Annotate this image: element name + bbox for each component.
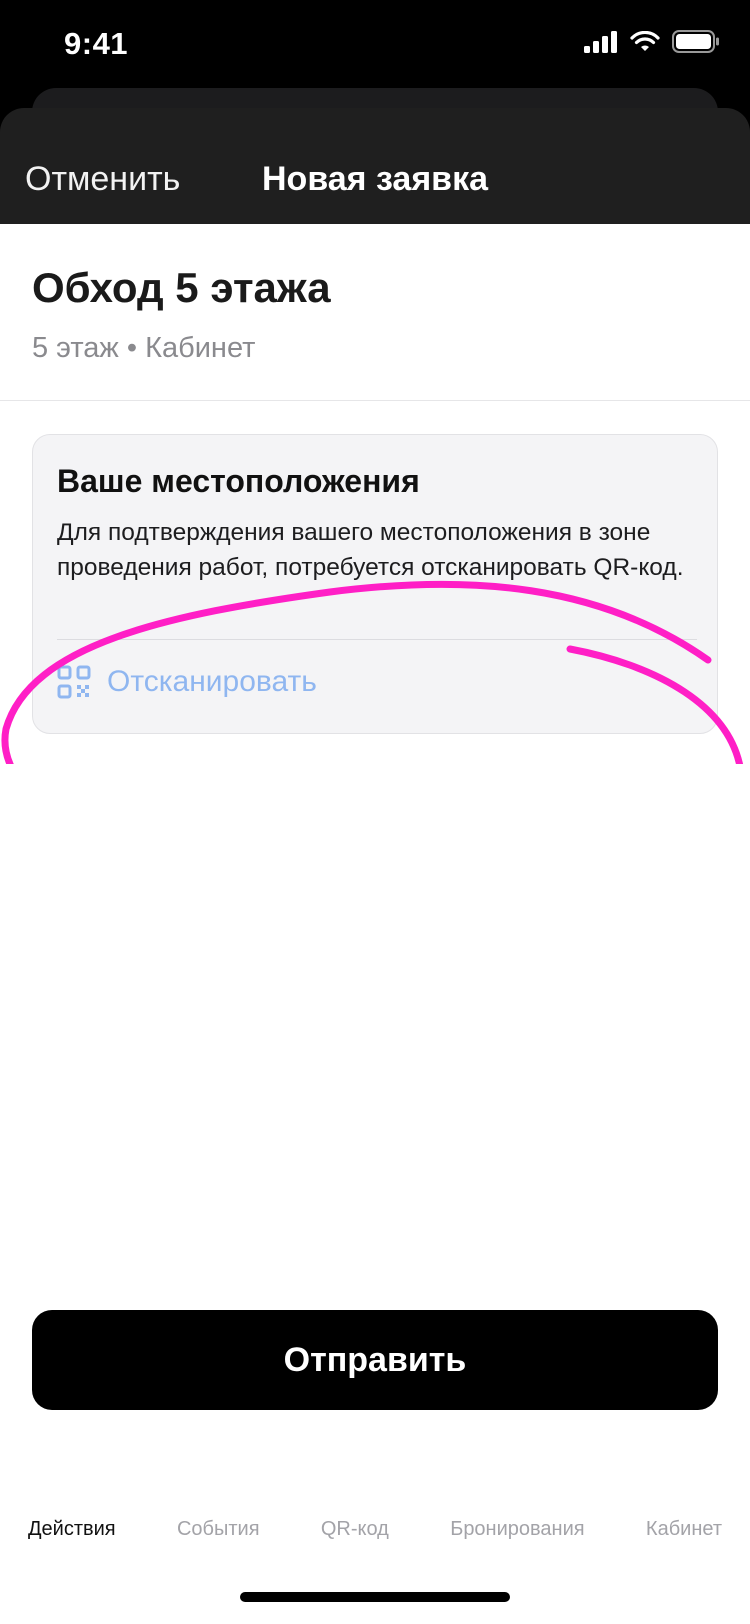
location-card-title: Ваше местоположения: [57, 463, 420, 499]
location-card-text: Для подтверждения вашего местоположения …: [57, 519, 684, 581]
home-indicator: [240, 1592, 510, 1602]
divider: [0, 400, 750, 401]
location-card: Ваше местоположения Для подтверждения ва…: [32, 434, 718, 734]
qr-code-icon: [57, 665, 91, 699]
status-icons: [584, 30, 720, 53]
task-title: Обход 5 этажа: [32, 264, 331, 311]
nav-bar: Отменить Новая заявка: [0, 108, 750, 224]
tab-bookings[interactable]: Бронирования: [450, 1504, 584, 1554]
task-subtitle: 5 этаж • Кабинет: [32, 332, 256, 364]
wifi-icon: [630, 30, 660, 51]
nav-title: Новая заявка: [262, 160, 488, 198]
tab-events[interactable]: События: [177, 1504, 260, 1554]
battery-icon: [672, 30, 719, 53]
content-area: Обход 5 этажа 5 этаж • Кабинет Ваше мест…: [0, 224, 750, 1624]
scan-qr-button[interactable]: Отсканировать: [57, 657, 317, 707]
cellular-signal-icon: [584, 30, 617, 53]
submit-button[interactable]: Отправить: [32, 1310, 718, 1410]
card-divider: [57, 639, 697, 640]
status-bar: 9:41: [0, 0, 750, 90]
status-time: 9:41: [64, 26, 129, 61]
tab-bar: Действия События QR-код Бронирования Каб…: [0, 1504, 750, 1554]
scan-label: Отсканировать: [107, 665, 317, 698]
tab-qr-code[interactable]: QR-код: [321, 1504, 389, 1554]
tab-actions[interactable]: Действия: [28, 1504, 116, 1554]
tab-cabinet[interactable]: Кабинет: [646, 1504, 722, 1554]
